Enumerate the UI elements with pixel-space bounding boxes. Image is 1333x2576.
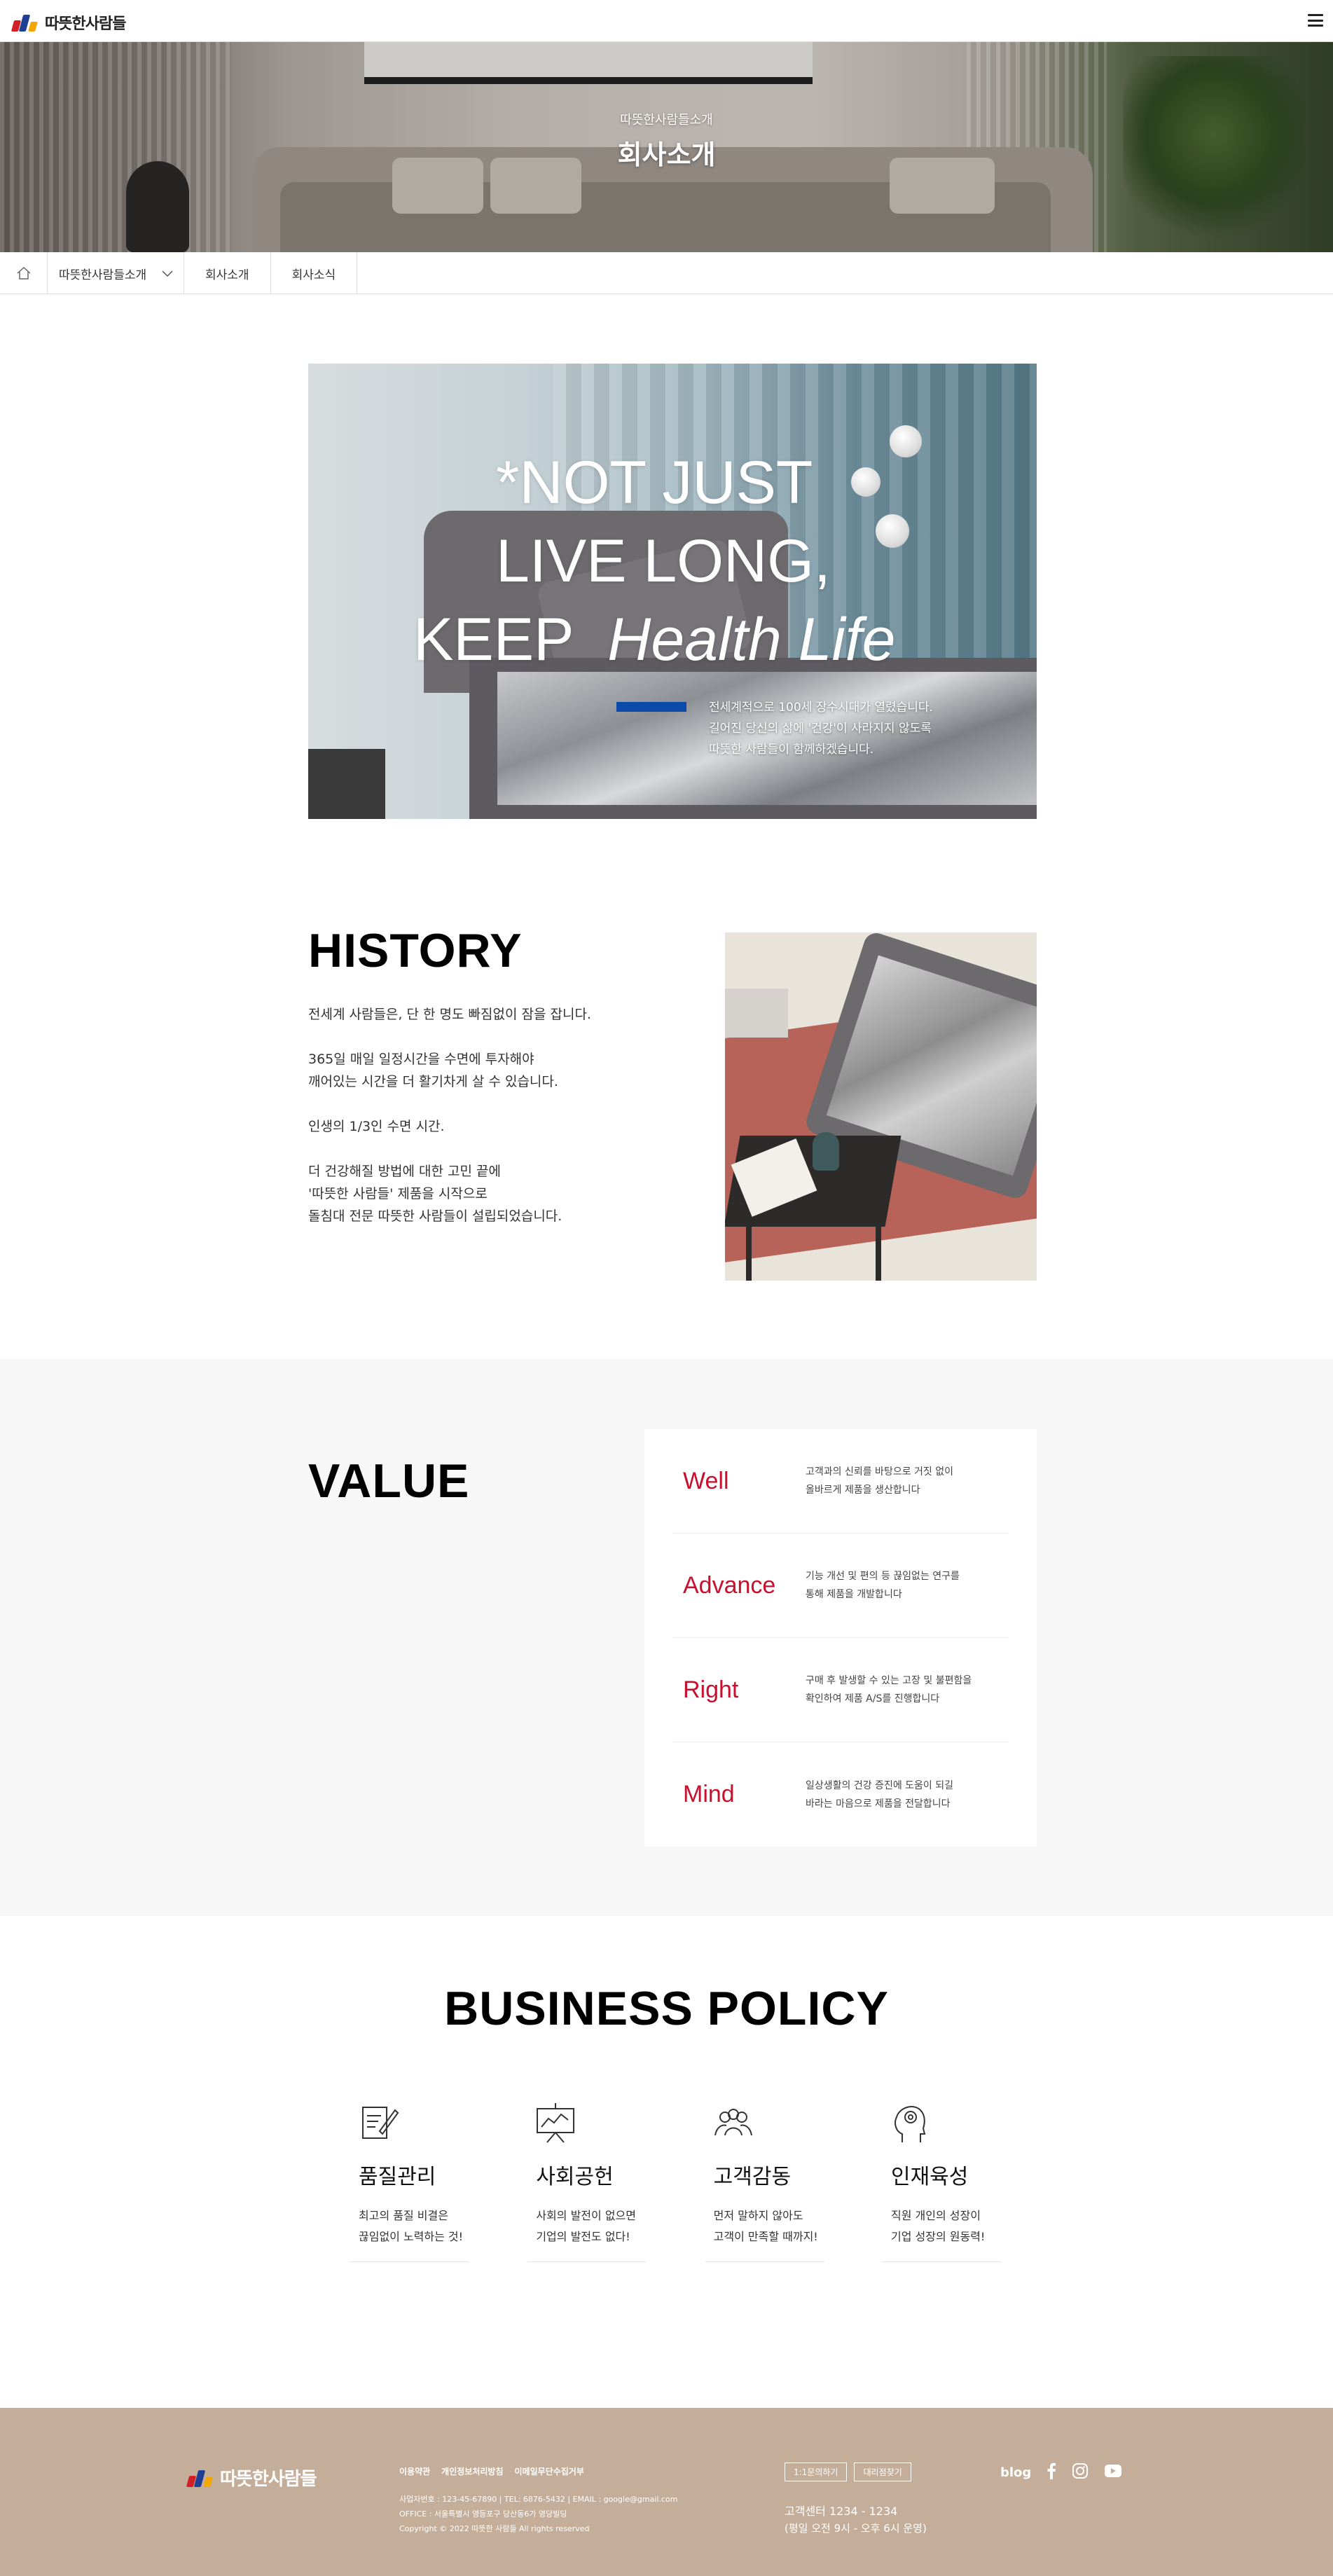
logo-mark-icon <box>11 13 41 32</box>
youtube-icon[interactable] <box>1104 2464 1122 2481</box>
policy-item-customer: 고객감동 먼저 말하지 않아도 고객이 만족할 때까지! <box>705 2100 824 2262</box>
breadcrumb: 따뜻한사람들소개 회사소개 회사소식 <box>0 252 1333 294</box>
customer-center-phone: 고객센터 1234 - 1234 <box>785 2505 898 2518</box>
logo-text: 따뜻한사람들 <box>45 15 126 33</box>
footer-link-email-policy[interactable]: 이메일무단수집거부 <box>515 2465 584 2477</box>
lamp-image <box>890 425 922 457</box>
breadcrumb-item-news[interactable]: 회사소식 <box>271 252 358 294</box>
document-pen-icon <box>356 2100 401 2145</box>
breadcrumb-item-company[interactable]: 회사소개 <box>184 252 271 294</box>
value-description: 일상생활의 건강 증진에 도움이 되길 바라는 마음으로 제품을 전달합니다 <box>806 1779 953 1810</box>
policy-description: 먼저 말하지 않아도 고객이 만족할 때까지! <box>713 2209 818 2243</box>
head-gear-icon <box>888 2100 933 2145</box>
intro-headline-3: KEEP Health Life <box>413 600 895 679</box>
value-list: Well 고객과의 신뢰를 바탕으로 거짓 없이 올바르게 제품을 생산합니다 A… <box>644 1429 1037 1847</box>
value-item-mind: Mind 일상생활의 건강 증진에 도움이 되길 바라는 마음으로 제품을 전달합… <box>672 1742 1009 1847</box>
instagram-icon[interactable] <box>1072 2463 1089 2483</box>
value-name: Well <box>683 1467 729 1494</box>
customer-center-hours: (평일 오전 9시 - 오후 6시 운영) <box>785 2522 927 2535</box>
footer-company-info: 사업자번호 : 123-45-67890 | TEL: 6876-5432 | … <box>399 2495 678 2533</box>
footer-link-privacy[interactable]: 개인정보처리방침 <box>441 2465 503 2477</box>
page-title: 회사소개 <box>617 139 716 170</box>
history-paragraph: 365일 매일 일정시간을 수면에 투자해야 깨어있는 시간을 더 활기차게 살 … <box>308 1052 558 1089</box>
history-title: HISTORY <box>308 924 523 977</box>
intro-headline-3-italic: Health Life <box>607 606 896 673</box>
policy-item-social: 사회공헌 사회의 발전이 없으면 기업의 발전도 없다! <box>527 2100 647 2262</box>
intro-headline-3-plain: KEEP <box>413 606 574 673</box>
hero-banner: 따뜻한사람들소개 회사소개 <box>0 42 1333 252</box>
customer-center: 고객센터 1234 - 1234 (평일 오전 9시 - 오후 6시 운영) <box>785 2503 927 2537</box>
blog-icon[interactable]: blog <box>1000 2465 1031 2480</box>
policy-description: 사회의 발전이 없으면 기업의 발전도 없다! <box>536 2209 636 2243</box>
breadcrumb-current-dropdown[interactable]: 따뜻한사람들소개 <box>48 252 184 294</box>
footer-logo[interactable]: 따뜻한사람들 <box>186 2465 317 2491</box>
value-name: Right <box>683 1676 739 1703</box>
site-logo[interactable]: 따뜻한사람들 <box>11 11 126 34</box>
footer-links: 이용약관 개인정보처리방침 이메일무단수집거부 <box>399 2465 584 2477</box>
policy-description: 최고의 품질 비결은 끊임없이 노력하는 것! <box>359 2209 464 2243</box>
history-paragraph: 인생의 1/3인 수면 시간. <box>308 1119 445 1134</box>
intro-banner: *NOT JUST LIVE LONG, KEEP Health Life 전세… <box>308 364 1037 819</box>
value-description: 기능 개선 및 편의 등 끊임없는 연구를 통해 제품을 개발합니다 <box>806 1571 960 1600</box>
footer-buttons: 1:1문의하기 대리점찾기 <box>785 2463 911 2481</box>
facebook-icon[interactable] <box>1047 2463 1056 2483</box>
value-title: VALUE <box>308 1454 470 1508</box>
inquiry-button[interactable]: 1:1문의하기 <box>785 2463 848 2481</box>
store-finder-button[interactable]: 대리점찾기 <box>854 2463 911 2481</box>
value-item-advance: Advance 기능 개선 및 편의 등 끊임없는 연구를 통해 제품을 개발합니… <box>672 1534 1009 1638</box>
intro-description: 전세계적으로 100세 장수시대가 열렸습니다. 길어진 당신의 삶에 '건강'… <box>709 701 933 757</box>
social-links: blog <box>1000 2463 1122 2483</box>
policy-name: 고객감동 <box>713 2165 792 2189</box>
site-header: 따뜻한사람들 <box>0 0 1333 42</box>
business-policy-list: 품질관리 최고의 품질 비결은 끊임없이 노력하는 것! 사회공헌 사회의 발전이… <box>350 2100 1002 2262</box>
intro-headline-1: *NOT JUST <box>496 449 813 516</box>
policy-description: 직원 개인의 성장이 기업 성장의 원동력! <box>890 2209 986 2243</box>
footer-logo-text: 따뜻한사람들 <box>220 2469 317 2490</box>
history-body: 전세계 사람들은, 단 한 명도 빠짐없이 잠을 잡니다. 365일 매일 일정… <box>308 1003 672 1250</box>
business-policy-title: BUSINESS POLICY <box>444 1982 889 2035</box>
history-paragraph: 전세계 사람들은, 단 한 명도 빠짐없이 잠을 잡니다. <box>308 1007 591 1022</box>
accent-bar <box>616 702 686 712</box>
intro-headline-2: LIVE LONG, <box>496 528 831 595</box>
people-group-icon <box>711 2100 756 2145</box>
policy-name: 인재육성 <box>890 2165 969 2189</box>
value-item-well: Well 고객과의 신뢰를 바탕으로 거짓 없이 올바르게 제품을 생산합니다 <box>672 1429 1009 1534</box>
value-name: Advance <box>683 1571 776 1599</box>
value-description: 고객과의 신뢰를 바탕으로 거짓 없이 올바르게 제품을 생산합니다 <box>806 1466 953 1496</box>
policy-item-talent: 인재육성 직원 개인의 성장이 기업 성장의 원동력! <box>882 2100 1002 2262</box>
presentation-chart-icon <box>533 2100 578 2145</box>
hero-subtitle: 따뜻한사람들소개 <box>620 113 713 128</box>
history-image <box>725 932 1037 1281</box>
logo-mark-icon <box>186 2469 216 2487</box>
home-icon[interactable] <box>0 252 48 294</box>
value-description: 구매 후 발생할 수 있는 고장 및 불편함을 확인하여 제품 A/S를 진행합니… <box>806 1675 972 1704</box>
value-name: Mind <box>683 1781 735 1807</box>
history-paragraph: 더 건강해질 방법에 대한 고민 끝에 '따뜻한 사람들' 제품을 시작으로 돌침대… <box>308 1164 562 1224</box>
footer-link-terms[interactable]: 이용약관 <box>399 2465 430 2477</box>
chevron-down-icon <box>162 270 173 277</box>
policy-name: 품질관리 <box>359 2165 436 2189</box>
hamburger-icon[interactable] <box>1308 14 1323 27</box>
value-item-right: Right 구매 후 발생할 수 있는 고장 및 불편함을 확인하여 제품 A/S… <box>672 1638 1009 1742</box>
breadcrumb-current-label: 따뜻한사람들소개 <box>59 268 147 282</box>
site-footer: 따뜻한사람들 이용약관 개인정보처리방침 이메일무단수집거부 사업자번호 : 1… <box>0 2408 1333 2576</box>
policy-name: 사회공헌 <box>536 2165 614 2189</box>
policy-item-quality: 품질관리 최고의 품질 비결은 끊임없이 노력하는 것! <box>350 2100 469 2262</box>
